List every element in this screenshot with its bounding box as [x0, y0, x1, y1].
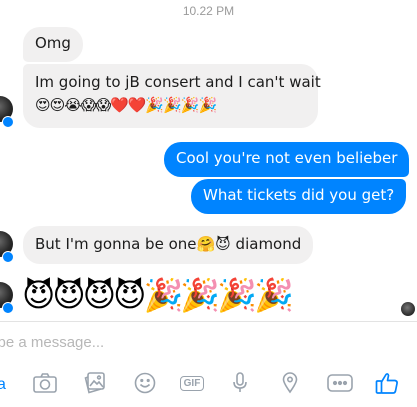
emoji-icon[interactable] — [133, 368, 157, 398]
svg-text:a: a — [0, 376, 6, 391]
message-bubble-incoming[interactable]: Omg — [23, 27, 83, 62]
photo-icon[interactable] — [83, 368, 107, 398]
text-aa-icon[interactable]: a — [0, 368, 12, 398]
messenger-badge-icon — [2, 116, 14, 128]
like-icon[interactable] — [374, 368, 400, 398]
message-bubble-incoming[interactable]: Im going to jB consert and I can't wait … — [23, 64, 321, 128]
messenger-badge-icon — [2, 302, 14, 314]
message-emoji-line: 😍😍😭😱😱❤️❤️🎉🎉🎉🎉 — [35, 96, 217, 114]
message-bubble-incoming[interactable]: But I'm gonna be one🤗😈 diamond — [23, 226, 314, 264]
message-bubble-outgoing[interactable]: What tickets did you get? — [191, 179, 407, 214]
message-text: Cool you're not even belieber — [176, 149, 398, 167]
gif-icon[interactable]: GIF — [178, 368, 206, 398]
more-icon[interactable] — [326, 368, 354, 398]
gif-label: GIF — [179, 375, 205, 391]
conversation-timestamp: 10.22 PM — [182, 4, 235, 18]
message-emoji-only[interactable]: 😈😈😈😈🎉🎉🎉🎉 — [22, 276, 294, 314]
message-text: Omg — [35, 34, 71, 52]
message-input[interactable]: ype a message... — [0, 334, 104, 351]
microphone-icon[interactable] — [231, 368, 249, 398]
message-text: Im going to jB consert and I can't wait — [35, 73, 321, 91]
composer-toolbar: a GIF — [0, 368, 417, 398]
composer-divider — [0, 321, 417, 322]
message-text: But I'm gonna be one🤗😈 diamond — [35, 235, 302, 253]
messenger-badge-icon — [2, 251, 14, 263]
message-bubble-outgoing[interactable]: Cool you're not even belieber — [164, 142, 410, 177]
location-icon[interactable] — [280, 368, 300, 398]
seen-avatar-icon — [401, 302, 415, 316]
camera-icon[interactable] — [32, 368, 58, 398]
message-text: What tickets did you get? — [203, 186, 395, 204]
